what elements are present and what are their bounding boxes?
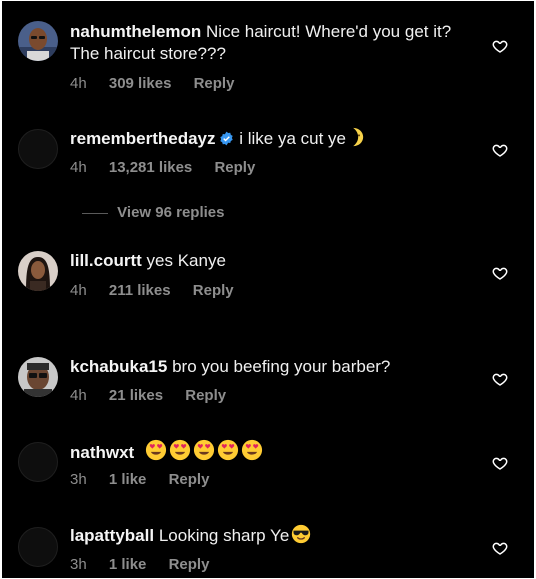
comment-time: 3h (70, 556, 87, 573)
view-replies-divider (82, 212, 108, 214)
avatar[interactable] (18, 527, 58, 567)
heart-eyes-face-icon (145, 439, 167, 461)
avatar-photo (18, 251, 58, 291)
comment-text: Looking sharp Ye (158, 526, 290, 545)
avatar[interactable] (18, 251, 58, 291)
comment-time: 3h (70, 471, 87, 488)
comment-meta: 3h 1 like Reply (70, 471, 227, 488)
avatar[interactable] (18, 442, 58, 482)
comment-likes[interactable]: 1 like (109, 471, 147, 488)
reply-button[interactable]: Reply (185, 387, 226, 404)
heart-eyes-face-icon (217, 439, 239, 461)
view-replies-button[interactable]: View 96 replies (82, 204, 224, 221)
reply-button[interactable]: Reply (194, 75, 235, 92)
avatar[interactable] (18, 357, 58, 397)
comment-meta: 4h 13,281 likes Reply (70, 159, 273, 176)
emoji-row (143, 439, 263, 462)
reply-button[interactable]: Reply (193, 282, 234, 299)
reply-button[interactable]: Reply (214, 159, 255, 176)
avatar-photo (18, 21, 58, 61)
reply-button[interactable]: Reply (169, 556, 210, 573)
comment-text: yes Kanye (146, 251, 226, 270)
avatar[interactable] (18, 129, 58, 169)
comment-meta: 4h 21 likes Reply (70, 387, 244, 404)
comment-likes[interactable]: 21 likes (109, 387, 163, 404)
avatar[interactable] (18, 21, 58, 61)
comment-username[interactable]: lapattyball (70, 526, 154, 545)
comment-body: lapattyball Looking sharp Ye (70, 524, 482, 547)
comment-time: 4h (70, 282, 87, 299)
heart-eyes-face-icon (193, 439, 215, 461)
comment-time: 4h (70, 387, 87, 404)
comment-username[interactable]: kchabuka15 (70, 357, 167, 376)
heart-outline-icon[interactable] (492, 265, 508, 281)
heart-eyes-face-icon (241, 439, 263, 461)
comment-username[interactable]: lill.courtt (70, 251, 142, 270)
comment-meta: 4h 309 likes Reply (70, 75, 252, 92)
comment-username[interactable]: rememberthedayz (70, 129, 216, 148)
comment-time: 4h (70, 159, 87, 176)
sunglasses-face-icon (292, 524, 311, 544)
comment-likes[interactable]: 211 likes (109, 282, 171, 299)
comment-text: i like ya cut ye (239, 129, 347, 148)
comment-meta: 4h 211 likes Reply (70, 282, 252, 299)
verified-badge-icon (219, 131, 233, 146)
comment-username[interactable]: nathwxt (70, 443, 134, 462)
reply-button[interactable]: Reply (169, 471, 210, 488)
heart-eyes-face-icon (169, 439, 191, 461)
comment-likes[interactable]: 309 likes (109, 75, 172, 92)
view-replies-label: View 96 replies (117, 204, 225, 221)
comment-text: bro you beefing your barber? (172, 357, 391, 376)
comment-time: 4h (70, 75, 87, 92)
comment-body: nathwxt (70, 439, 482, 464)
heart-outline-icon[interactable] (492, 371, 508, 387)
comments-panel: nahumthelemon Nice haircut! Where'd you … (2, 1, 534, 578)
comment-body: rememberthedayz i like ya cut ye (70, 127, 482, 150)
heart-outline-icon[interactable] (492, 455, 508, 471)
avatar-photo (18, 357, 58, 397)
comment-body: nahumthelemon Nice haircut! Where'd you … (70, 21, 482, 65)
comment-likes[interactable]: 13,281 likes (109, 159, 192, 176)
comment-body: lill.courtt yes Kanye (70, 250, 482, 272)
comment-username[interactable]: nahumthelemon (70, 22, 201, 41)
heart-outline-icon[interactable] (492, 142, 508, 158)
comment-meta: 3h 1 like Reply (70, 556, 227, 573)
comment-body: kchabuka15 bro you beefing your barber? (70, 356, 482, 378)
crescent-moon-face-icon (353, 127, 364, 147)
heart-outline-icon[interactable] (492, 38, 508, 54)
comment-likes[interactable]: 1 like (109, 556, 147, 573)
heart-outline-icon[interactable] (492, 540, 508, 556)
